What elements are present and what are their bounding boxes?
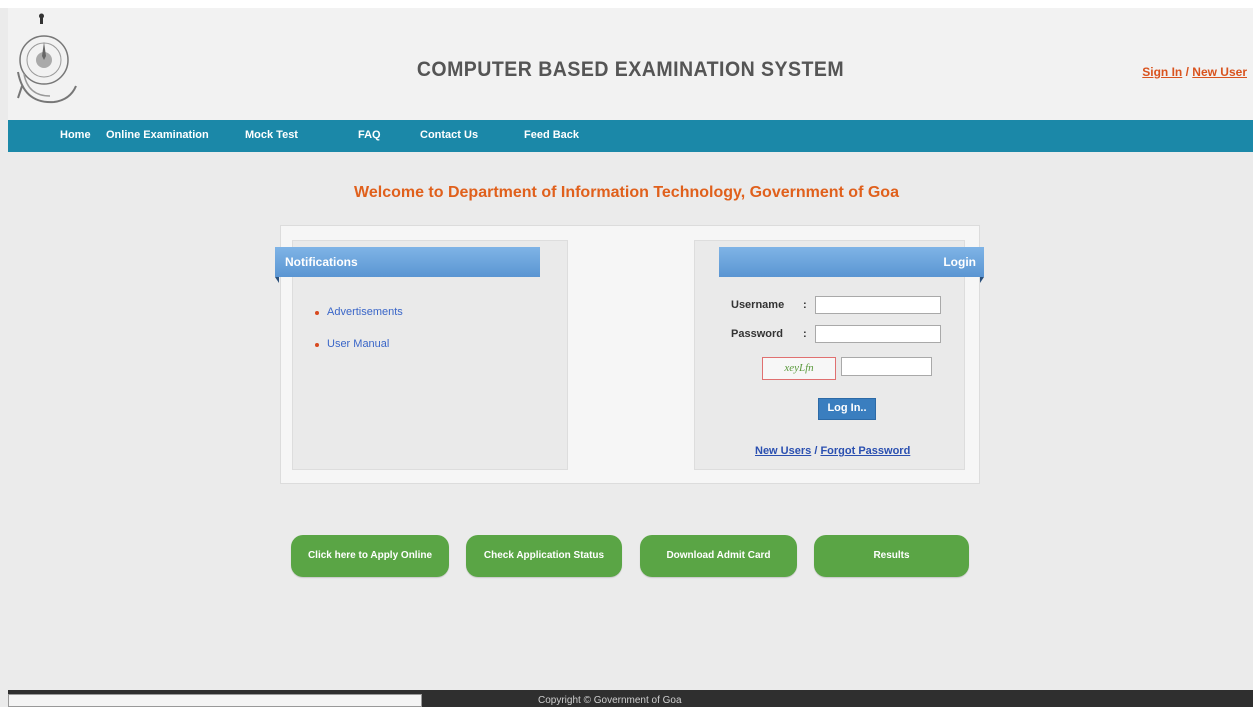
- login-button[interactable]: Log In..: [818, 398, 876, 420]
- notification-advertisements[interactable]: Advertisements: [315, 306, 403, 320]
- login-title: Login: [943, 255, 976, 269]
- copyright-text: Copyright © Government of Goa: [538, 695, 682, 706]
- username-label: Username: [731, 299, 785, 311]
- footer: Copyright © Government of Goa: [8, 690, 1253, 707]
- nav-faq[interactable]: FAQ: [358, 129, 381, 141]
- ribbon-fold: [980, 277, 984, 283]
- username-input[interactable]: [815, 296, 941, 314]
- captcha-input[interactable]: [841, 357, 932, 376]
- new-user-link[interactable]: New User: [1192, 65, 1247, 79]
- notifications-title: Notifications: [285, 255, 358, 269]
- password-label: Password: [731, 328, 783, 340]
- login-links: New Users / Forgot Password: [755, 445, 910, 457]
- main-nav: Home Online Examination Mock Test FAQ Co…: [8, 120, 1253, 152]
- captcha-image: xeyLfn: [762, 357, 836, 380]
- nav-home[interactable]: Home: [60, 129, 91, 141]
- auth-links: Sign In / New User: [1142, 65, 1247, 79]
- bullet-icon: [315, 343, 319, 347]
- password-input[interactable]: [815, 325, 941, 343]
- nav-mock-test[interactable]: Mock Test: [245, 129, 298, 141]
- check-application-status-button[interactable]: Check Application Status: [466, 535, 622, 577]
- status-bar-field: [8, 694, 422, 707]
- forgot-password-link[interactable]: Forgot Password: [820, 445, 910, 457]
- results-button[interactable]: Results: [814, 535, 969, 577]
- notifications-header: Notifications: [275, 247, 540, 283]
- download-admit-card-button[interactable]: Download Admit Card: [640, 535, 797, 577]
- bullet-icon: [315, 311, 319, 315]
- notification-user-manual[interactable]: User Manual: [315, 338, 403, 352]
- ribbon-fold: [275, 277, 279, 283]
- nav-contact-us[interactable]: Contact Us: [420, 129, 478, 141]
- sign-in-link[interactable]: Sign In: [1142, 65, 1182, 79]
- notifications-list: Advertisements User Manual: [315, 306, 403, 370]
- apply-online-button[interactable]: Click here to Apply Online: [291, 535, 449, 577]
- notification-label: User Manual: [327, 338, 390, 350]
- login-header: Login: [719, 247, 984, 283]
- notification-label: Advertisements: [327, 306, 403, 318]
- top-strip: [0, 0, 1253, 8]
- username-colon: :: [803, 299, 807, 311]
- welcome-heading: Welcome to Department of Information Tec…: [354, 184, 899, 201]
- links-separator: /: [814, 445, 818, 457]
- auth-separator: /: [1185, 65, 1189, 79]
- page-title: COMPUTER BASED EXAMINATION SYSTEM: [416, 58, 845, 81]
- nav-online-examination[interactable]: Online Examination: [106, 129, 209, 141]
- new-users-link[interactable]: New Users: [755, 445, 811, 457]
- site-header: COMPUTER BASED EXAMINATION SYSTEM Sign I…: [8, 8, 1253, 120]
- nav-feed-back[interactable]: Feed Back: [524, 129, 579, 141]
- password-colon: :: [803, 328, 807, 340]
